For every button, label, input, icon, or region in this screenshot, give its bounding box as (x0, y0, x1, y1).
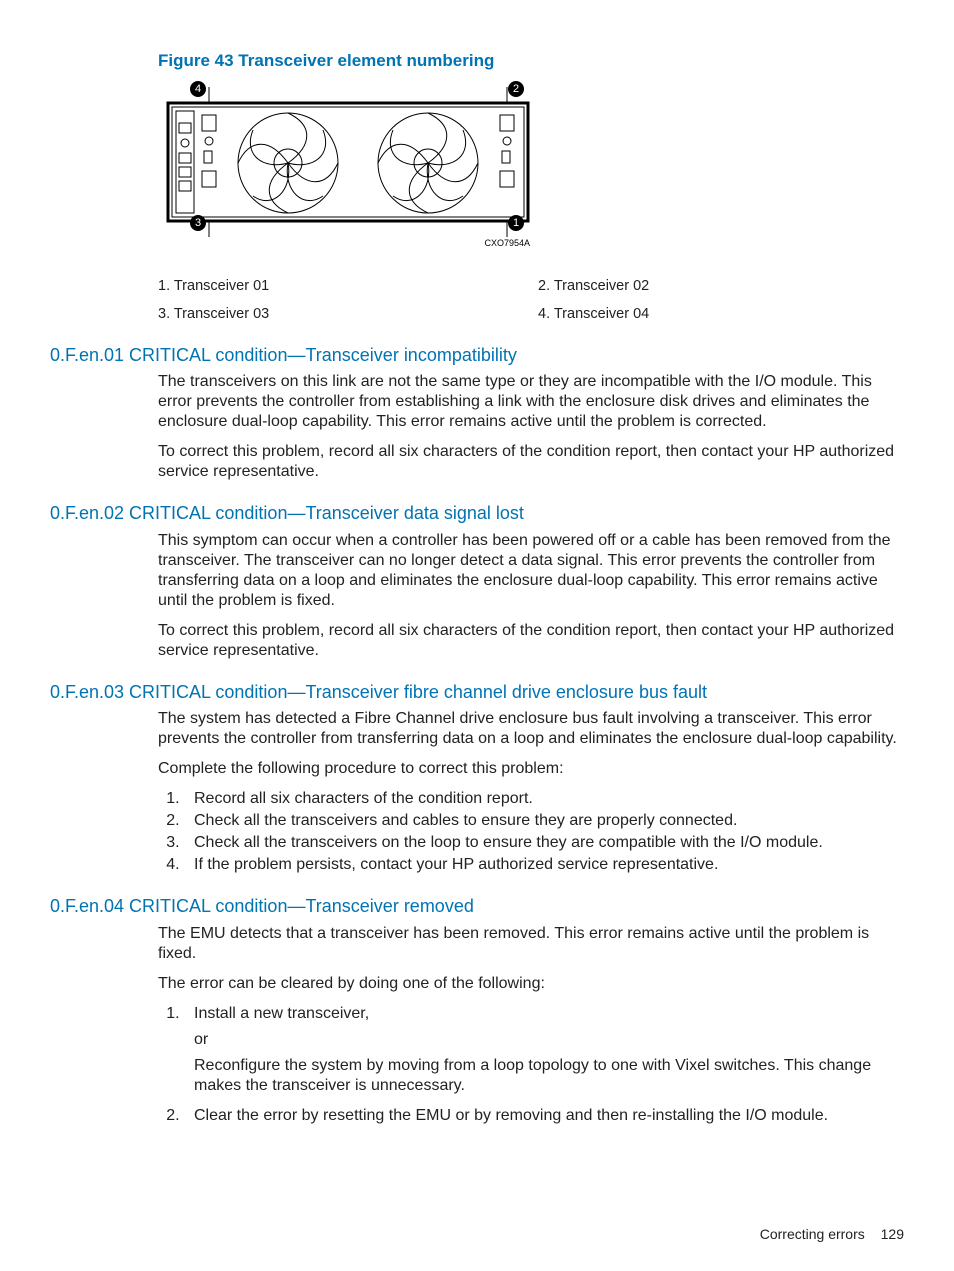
section-body: The transceivers on this link are not th… (158, 372, 904, 482)
section-body: The system has detected a Fibre Channel … (158, 709, 904, 875)
list-item: Check all the transceivers and cables to… (184, 811, 904, 831)
paragraph: This symptom can occur when a controller… (158, 531, 904, 611)
page-footer: Correcting errors 129 (760, 1226, 904, 1244)
procedure-list: Record all six characters of the conditi… (158, 789, 904, 875)
paragraph: To correct this problem, record all six … (158, 621, 904, 661)
figure-code: CXO7954A (484, 238, 530, 249)
paragraph: The transceivers on this link are not th… (158, 372, 904, 432)
paragraph: Complete the following procedure to corr… (158, 759, 904, 779)
section-heading: 0.F.en.01 CRITICAL condition—Transceiver… (50, 344, 904, 367)
list-item: Clear the error by resetting the EMU or … (184, 1106, 904, 1126)
list-item: If the problem persists, contact your HP… (184, 855, 904, 875)
page-number: 129 (881, 1226, 904, 1242)
figure-frame: 4 2 3 1 CXO7954A (158, 75, 538, 265)
list-item-text: Install a new transceiver, (194, 1005, 369, 1022)
paragraph: To correct this problem, record all six … (158, 442, 904, 482)
figure-block: Figure 43 Transceiver element numbering (158, 50, 904, 265)
legend-item: 1. Transceiver 01 (158, 277, 528, 295)
section-heading: 0.F.en.04 CRITICAL condition—Transceiver… (50, 895, 904, 918)
transceiver-diagram-icon (158, 75, 538, 265)
legend-item: 2. Transceiver 02 (538, 277, 904, 295)
paragraph: The system has detected a Fibre Channel … (158, 709, 904, 749)
procedure-list: Install a new transceiver, or Reconfigur… (158, 1004, 904, 1126)
paragraph: The error can be cleared by doing one of… (158, 974, 904, 994)
figure-title: Figure 43 Transceiver element numbering (158, 50, 904, 71)
figure-legend: 1. Transceiver 01 2. Transceiver 02 3. T… (158, 277, 904, 323)
paragraph: The EMU detects that a transceiver has b… (158, 924, 904, 964)
paragraph: Reconfigure the system by moving from a … (194, 1056, 904, 1096)
legend-item: 4. Transceiver 04 (538, 305, 904, 323)
section-body: The EMU detects that a transceiver has b… (158, 924, 904, 1126)
list-item: Record all six characters of the conditi… (184, 789, 904, 809)
legend-item: 3. Transceiver 03 (158, 305, 528, 323)
or-label: or (194, 1030, 904, 1050)
list-item: Install a new transceiver, or Reconfigur… (184, 1004, 904, 1096)
footer-label: Correcting errors (760, 1226, 865, 1242)
section-body: This symptom can occur when a controller… (158, 531, 904, 661)
section-heading: 0.F.en.02 CRITICAL condition—Transceiver… (50, 502, 904, 525)
list-item: Check all the transceivers on the loop t… (184, 833, 904, 853)
section-heading: 0.F.en.03 CRITICAL condition—Transceiver… (50, 681, 904, 704)
